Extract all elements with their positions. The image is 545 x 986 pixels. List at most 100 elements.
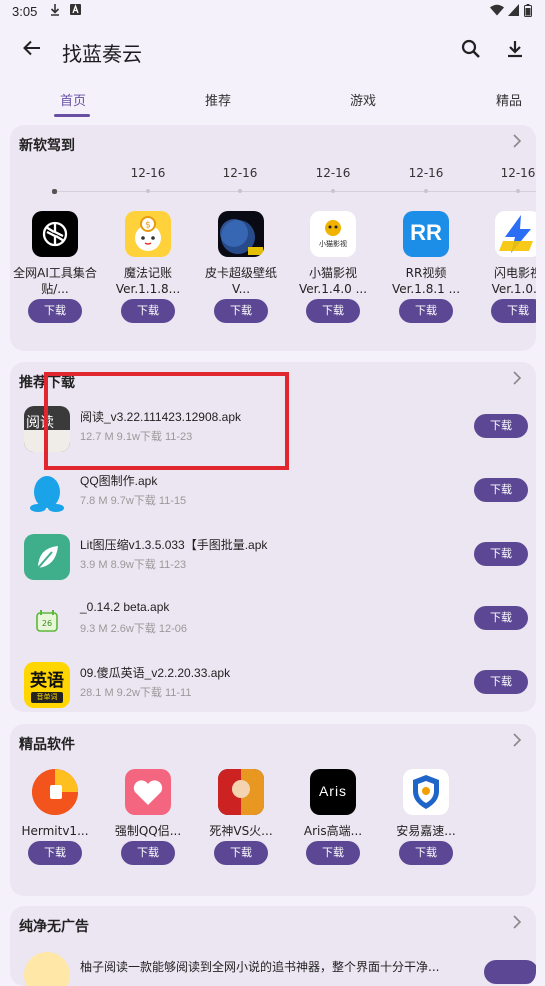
shield-icon [403,769,449,815]
app-card[interactable]: Aris Aris高端... 下载 [290,769,376,865]
app-name: 皮卡超级壁纸 V... [204,266,277,296]
app-card[interactable]: 小猫影视 小猫影视 Ver.1.4.0 ... 下载 [290,211,376,323]
chevron-right-icon[interactable] [512,914,522,935]
release-date: 12-16 [222,166,258,180]
download-button[interactable]: 下载 [491,299,536,323]
app-description: 柚子阅读一款能够阅读到全网小说的追书神器，整个界面十分干净... [80,960,440,974]
file-meta: 7.8 M 9.7w下载 11-15 [80,495,187,507]
aris-app-icon: Aris [310,769,356,815]
app-card[interactable]: 全网AI工具集合贴/... 下载 [12,211,98,323]
app-card[interactable]: 安易嘉速... 下载 [383,769,469,865]
file-meta: 3.9 M 8.9w下载 11-23 [80,559,187,571]
timeline-dot [424,189,428,193]
chevron-right-icon[interactable] [512,370,522,391]
qq-penguin-icon [24,470,70,516]
download-button[interactable]: 下载 [474,606,528,630]
planet-wallpaper-icon [218,211,264,257]
app-card[interactable]: $ 魔法记账 Ver.1.1.8... 下载 [105,211,191,323]
file-name: Lit图压缩v1.3.5.033【手图批量.apk [80,538,268,552]
download-button[interactable]: 下载 [306,841,360,865]
download-button[interactable]: 下载 [474,542,528,566]
app-card[interactable]: RR RR视频 Ver.1.8.1 ... 下载 [383,211,469,323]
download-button[interactable]: 下载 [474,478,528,502]
release-date: 12-16 [315,166,351,180]
hermit-app-icon [32,769,78,815]
anime-game-icon [218,769,264,815]
lightning-video-icon [495,211,536,257]
search-icon[interactable] [460,38,486,64]
app-name: 小猫影视 Ver.1.4.0 ... [298,266,368,296]
cat-video-text: 小猫影视 [319,240,347,248]
cat-video-icon: 小猫影视 [310,211,356,257]
page-title: 找蓝奏云 [62,42,142,66]
chevron-right-icon[interactable] [512,732,522,753]
battery-icon [524,4,532,20]
section-title: 新软驾到 [19,138,75,154]
tab-home[interactable]: 首页 [60,90,86,109]
svg-text:$: $ [145,221,151,231]
app-card[interactable]: 闪电影视 Ver.1.0.1 下载 [475,211,536,323]
download-button[interactable]: 下载 [306,299,360,323]
list-item[interactable]: QQ图制作.apk 7.8 M 9.7w下载 11-15 下载 [10,466,536,530]
app-card[interactable]: 死神VS火... 下载 [198,769,284,865]
app-card[interactable]: 皮卡超级壁纸 V... 下载 [198,211,284,323]
notification-a-icon [70,4,81,18]
download-button[interactable]: 下载 [121,841,175,865]
download-button[interactable]: 下载 [214,299,268,323]
ad-free-section: 纯净无广告 柚子阅读一款能够阅读到全网小说的追书神器，整个界面十分干净... [10,906,536,986]
download-icon[interactable] [504,38,530,64]
app-name: RR视频 Ver.1.8.1 ... [391,266,461,296]
file-name: _0.14.2 beta.apk [80,600,170,614]
timeline-dot [331,189,335,193]
file-meta: 9.3 M 2.6w下载 12-06 [80,623,187,635]
chevron-right-icon[interactable] [512,133,522,154]
app-bar: 找蓝奏云 [0,26,545,78]
app-name: 闪电影视 Ver.1.0.1 [491,266,536,296]
download-status-icon [50,4,60,19]
list-item[interactable]: 英语 音单词 09.傻瓜英语_v2.2.20.33.apk 28.1 M 9.2… [10,658,536,712]
app-card[interactable]: Hermitv1... 下载 [12,769,98,865]
download-button[interactable]: 下载 [28,841,82,865]
app-name: 安易嘉速... [396,824,456,838]
tab-featured[interactable]: 精品 [496,90,522,109]
download-button[interactable] [484,960,536,984]
download-button[interactable]: 下载 [474,670,528,694]
section-title: 精品软件 [19,737,75,753]
heart-app-icon [125,769,171,815]
release-date: 12-16 [130,166,166,180]
release-date: 12-16 [500,166,536,180]
back-arrow-icon[interactable] [18,38,46,66]
timeline-dot [146,189,150,193]
file-meta: 28.1 M 9.2w下载 11-11 [80,687,192,699]
citrus-reader-icon [24,952,70,986]
highlight-box [44,372,289,470]
download-button[interactable]: 下载 [28,299,82,323]
list-item[interactable]: Lit图压缩v1.3.5.033【手图批量.apk 3.9 M 8.9w下载 1… [10,530,536,594]
new-apps-section: 新软驾到 12-16 12-16 12-16 12-16 12-16 全网AI工… [10,125,536,351]
file-name: 09.傻瓜英语_v2.2.20.33.apk [80,666,231,680]
download-button[interactable]: 下载 [214,841,268,865]
app-name: 强制QQ侣... [114,824,182,838]
featured-apps-section: 精品软件 Hermitv1... 下载 强制QQ侣... 下载 死神VS火...… [10,724,536,896]
aris-icon-text: Aris [318,783,348,799]
app-card[interactable]: 强制QQ侣... 下载 [105,769,191,865]
download-button[interactable]: 下载 [121,299,175,323]
rr-text: RR [410,220,442,245]
status-bar: 3:05 [0,0,545,24]
list-item[interactable]: 26 _0.14.2 beta.apk 9.3 M 2.6w下载 12-06 下… [10,594,536,658]
download-button[interactable]: 下载 [399,299,453,323]
leaf-compress-icon [24,534,70,580]
calendar-icon: 26 [24,598,70,644]
calendar-day-text: 26 [41,619,53,628]
release-date: 12-16 [408,166,444,180]
tab-recommend[interactable]: 推荐 [205,90,231,109]
timeline-dot [238,189,242,193]
tab-games[interactable]: 游戏 [350,90,376,109]
english-icon-subtext: 音单词 [31,692,63,703]
wifi-icon [490,4,504,19]
english-app-icon: 英语 音单词 [24,662,70,708]
download-button[interactable]: 下载 [399,841,453,865]
download-button[interactable]: 下载 [474,414,528,438]
rr-video-icon: RR [403,211,449,257]
app-name: 全网AI工具集合贴/... [13,266,97,296]
